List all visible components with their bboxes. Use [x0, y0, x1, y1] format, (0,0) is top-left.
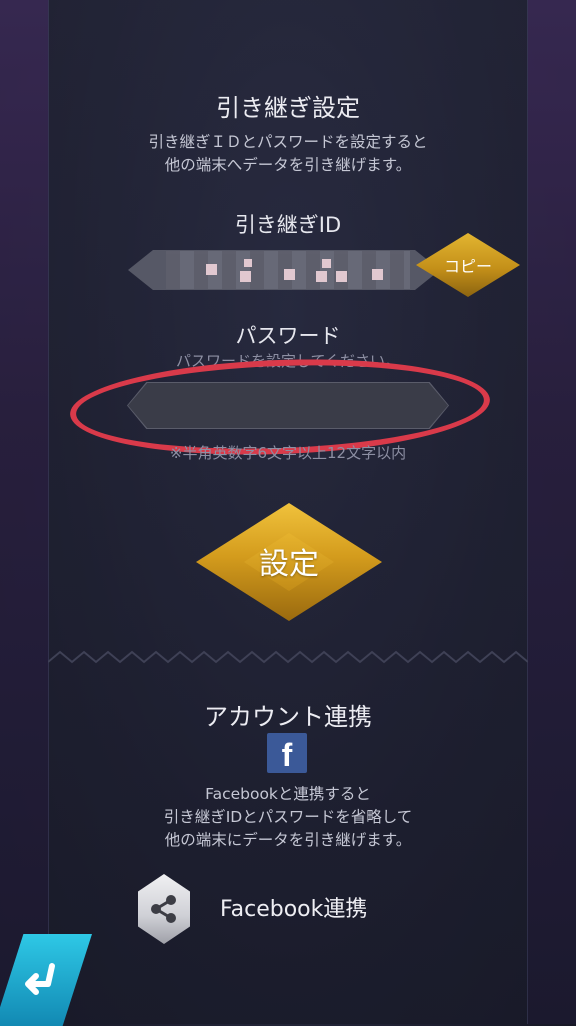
facebook-link-button[interactable]: Facebook連携 — [220, 891, 367, 923]
transfer-id-value-masked — [166, 251, 410, 289]
back-button[interactable] — [0, 934, 92, 1026]
account-desc-line2: 引き継ぎIDとパスワードを省略して — [163, 808, 413, 826]
back-arrow-icon — [25, 963, 55, 995]
set-button[interactable]: 設定 — [196, 503, 382, 621]
account-desc-line3: 他の端末にデータを引き継げます。 — [164, 831, 412, 849]
facebook-icon: f — [267, 733, 307, 773]
facebook-glyph: f — [281, 737, 293, 773]
password-label: パスワード — [235, 324, 341, 348]
copy-button-label: コピー — [443, 257, 492, 276]
password-rule-text: ※半角英数字6文字以上12文字以内 — [169, 444, 407, 462]
share-icon — [151, 895, 176, 923]
account-link-title: アカウント連携 — [204, 703, 372, 731]
copy-id-button[interactable]: コピー — [416, 233, 520, 297]
facebook-share-button[interactable] — [138, 874, 190, 944]
transfer-title: 引き継ぎ設定 — [216, 94, 360, 122]
set-button-label: 設定 — [259, 547, 319, 582]
transfer-desc-line2: 他の端末へデータを引き継げます。 — [164, 156, 412, 174]
section-divider — [48, 650, 528, 664]
account-desc-line1: Facebookと連携すると — [205, 785, 371, 803]
transfer-desc-line1: 引き継ぎＩＤとパスワードを設定すると — [148, 133, 428, 151]
